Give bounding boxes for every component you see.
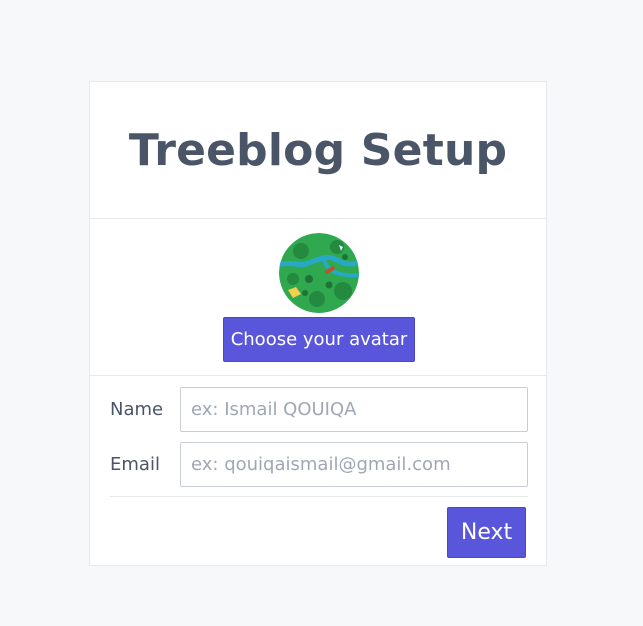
avatar-section: Choose your avatar	[90, 219, 546, 376]
avatar	[279, 233, 359, 313]
email-input[interactable]	[180, 442, 528, 487]
email-row: Email	[110, 442, 528, 487]
setup-card: Treeblog Setup Choose your avatar Name e…	[89, 81, 547, 566]
setup-form: Name Email Next	[90, 376, 546, 566]
name-input[interactable]	[180, 387, 528, 432]
avatar-forest-map-icon	[279, 233, 359, 313]
next-button[interactable]: Next	[447, 507, 526, 558]
choose-avatar-button[interactable]: Choose your avatar	[223, 317, 415, 362]
form-divider	[110, 496, 528, 497]
email-label: Email	[110, 454, 160, 475]
page-title: Treeblog Setup	[128, 124, 508, 176]
card-header: Treeblog Setup	[90, 82, 546, 219]
name-row: Name	[110, 387, 528, 432]
name-label: Name	[110, 399, 164, 420]
